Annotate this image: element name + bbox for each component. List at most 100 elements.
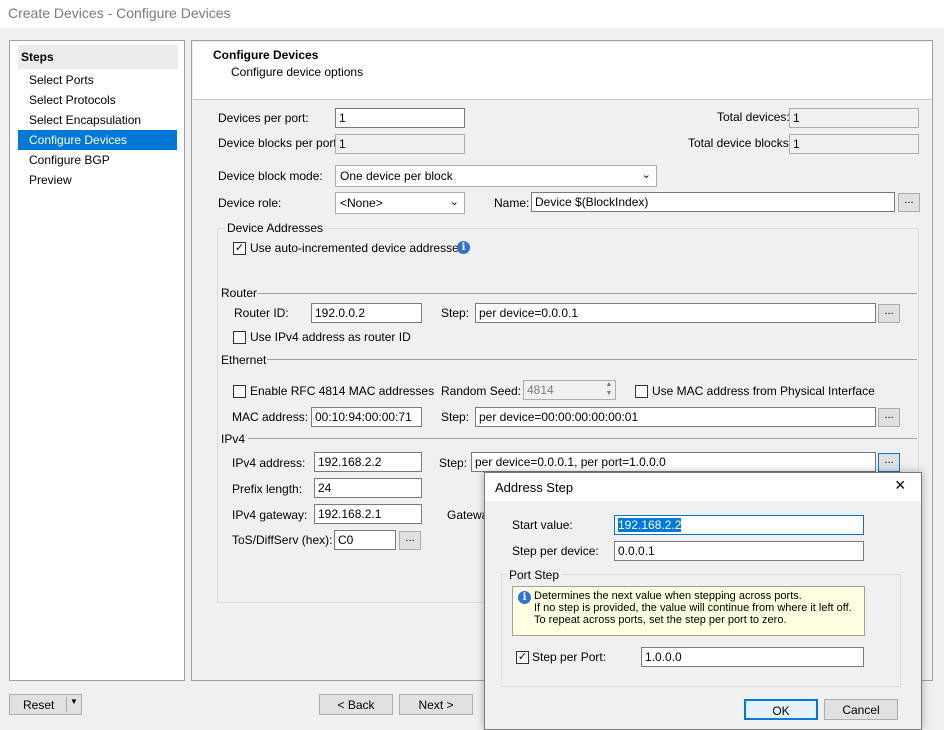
mac-step-label: Step: [441,410,470,424]
prefix-length-input[interactable]: 24 [314,478,422,498]
dropdown-arrow-icon[interactable]: ▼ [70,697,78,706]
chevron-down-icon: ⌄ [449,196,459,208]
port-step-info-box: i Determines the next value when steppin… [512,586,865,636]
ipv4-section-label: IPv4 [221,432,246,446]
step-select-protocols[interactable]: Select Protocols [18,90,177,110]
use-ipv4-router-id-checkbox[interactable] [233,331,246,344]
info-line-3: To repeat across ports, set the step per… [534,614,787,626]
device-blocks-per-port-input[interactable]: 1 [335,134,465,154]
step-per-port-input[interactable]: 1.0.0.0 [641,647,864,667]
info-line-2: If no step is provided, the value will c… [534,602,852,614]
random-seed-value: 4814 [527,383,554,397]
mac-address-input[interactable]: 00:10:94:00:00:71 [311,407,422,427]
devices-per-port-input[interactable]: 1 [335,108,465,128]
step-per-port-checkbox[interactable]: ✓ [516,651,529,664]
auto-increment-checkbox[interactable]: ✓ [233,242,246,255]
info-icon: i [457,241,470,254]
reset-button[interactable]: Reset ▼ [9,694,82,715]
name-label: Name: [494,196,530,210]
role-value: <None> [340,196,383,210]
router-section-label: Router [221,286,258,300]
router-step-label: Step: [441,306,470,320]
step-select-ports[interactable]: Select Ports [18,70,177,90]
step-per-port-label: Step per Port: [532,650,607,664]
ipv4-step-browse-button[interactable]: ... [878,453,900,472]
prefix-length-label: Prefix length: [232,482,303,496]
ipv4-gateway-input[interactable]: 192.168.2.1 [314,504,422,524]
steps-sidebar: Steps Select Ports Select Protocols Sele… [9,40,185,681]
start-value-input[interactable]: 192.168.2.2 [614,515,864,535]
ipv4-separator [248,438,917,439]
auto-increment-label: Use auto-incremented device addresses [250,241,465,255]
start-value-label: Start value: [512,518,573,532]
devices-per-port-label: Devices per port: [218,111,309,125]
block-mode-value: One device per block [340,169,453,183]
block-mode-select[interactable]: One device per block ⌄ [335,165,657,187]
ipv4-step-input[interactable]: per device=0.0.0.1, per port=1.0.0.0 [471,452,876,472]
address-step-dialog: Address Step × Start value: 192.168.2.2 … [484,472,922,730]
device-blocks-per-port-label: Device blocks per port: [218,136,341,150]
use-mac-checkbox[interactable] [635,385,648,398]
page-title: Configure Devices [213,48,319,62]
start-value-text: 192.168.2.2 [618,518,682,532]
close-icon[interactable]: × [895,475,906,496]
page-subtitle: Configure device options [231,65,364,79]
reset-split-divider [66,697,67,712]
port-step-group-label: Port Step [507,568,562,582]
total-devices-value: 1 [789,108,919,128]
ipv4-gateway-label: IPv4 gateway: [232,508,308,522]
total-devices-label: Total devices: [717,110,790,124]
cancel-button[interactable]: Cancel [824,699,898,720]
total-device-blocks-value: 1 [789,134,919,154]
rfc4814-checkbox[interactable] [233,385,246,398]
chevron-down-icon: ⌄ [641,169,651,181]
ipv4-address-input[interactable]: 192.168.2.2 [314,452,422,472]
steps-header: Steps [18,45,178,69]
spinner-arrows-icon[interactable]: ▲ ▼ [603,380,615,400]
window-title: Create Devices - Configure Devices [8,5,231,21]
page-header: Configure Devices Configure device optio… [193,42,932,100]
step-preview[interactable]: Preview [18,170,177,190]
step-configure-bgp[interactable]: Configure BGP [18,150,177,170]
rfc4814-label: Enable RFC 4814 MAC addresses [250,384,435,398]
info-icon: i [518,591,531,604]
ethernet-section-label: Ethernet [221,353,267,367]
step-configure-devices[interactable]: Configure Devices [18,130,177,150]
step-per-device-input[interactable]: 0.0.0.1 [614,541,864,561]
next-button[interactable]: Next > [399,694,473,715]
step-per-device-label: Step per device: [512,544,599,558]
tos-label: ToS/DiffServ (hex): [232,533,333,547]
ipv4-address-label: IPv4 address: [232,456,306,470]
use-mac-label: Use MAC address from Physical Interface [652,384,875,398]
router-id-label: Router ID: [234,306,289,320]
total-device-blocks-label: Total device blocks: [688,136,793,150]
mac-step-browse-button[interactable]: ... [878,408,900,427]
tos-input[interactable]: C0 [334,530,396,550]
mac-step-input[interactable]: per device=00:00:00:00:00:01 [475,407,876,427]
router-separator [257,293,917,294]
name-browse-button[interactable]: ... [898,193,920,212]
router-step-browse-button[interactable]: ... [878,304,900,323]
use-ipv4-router-id-label: Use IPv4 address as router ID [250,330,411,344]
role-label: Device role: [218,196,282,210]
ipv4-step-label: Step: [439,456,468,470]
name-input[interactable]: Device $(BlockIndex) [531,192,895,212]
title-bar: Create Devices - Configure Devices [0,0,944,28]
step-select-encapsulation[interactable]: Select Encapsulation [18,110,177,130]
dialog-title-bar: Address Step × [485,473,921,501]
ok-button[interactable]: OK [744,699,818,720]
reset-button-label: Reset [23,698,55,712]
mac-address-label: MAC address: [232,410,309,424]
ethernet-separator [267,359,917,360]
role-select[interactable]: <None> ⌄ [335,192,465,214]
dialog-title: Address Step [495,480,574,495]
block-mode-label: Device block mode: [218,169,323,183]
back-button[interactable]: < Back [319,694,393,715]
router-id-input[interactable]: 192.0.0.2 [311,303,422,323]
info-line-1: Determines the next value when stepping … [534,590,802,602]
router-step-input[interactable]: per device=0.0.0.1 [475,303,876,323]
gateway-step-label: Gatewa [447,508,489,522]
tos-browse-button[interactable]: ... [399,531,421,550]
random-seed-label: Random Seed: [441,384,522,398]
device-addresses-group-label: Device Addresses [225,221,326,235]
